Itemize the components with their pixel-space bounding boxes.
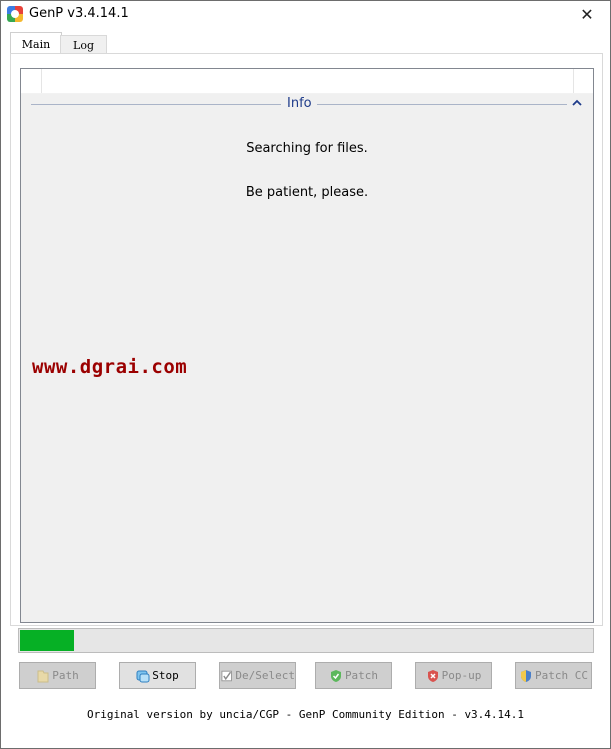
deselect-button-label: De/Select	[235, 669, 295, 682]
patch-cc-button[interactable]: Patch CC	[515, 662, 592, 689]
shield-check-icon	[330, 669, 341, 682]
patch-button[interactable]: Patch	[315, 662, 392, 689]
title-bar[interactable]: GenP v3.4.14.1 ✕	[1, 1, 610, 28]
path-button[interactable]: Path	[19, 662, 96, 689]
list-header	[21, 69, 593, 94]
progress-bar-fill	[20, 630, 74, 651]
patch-cc-button-label: Patch CC	[535, 669, 588, 682]
status-message: Be patient, please.	[245, 185, 369, 200]
group-divider-left	[31, 104, 281, 105]
stop-button-label: Stop	[152, 669, 179, 682]
chevron-up-icon[interactable]	[572, 98, 582, 108]
column-divider[interactable]	[41, 69, 42, 93]
patch-button-label: Patch	[344, 669, 379, 682]
popup-button-label: Pop-up	[441, 669, 482, 682]
group-divider-right	[317, 104, 567, 105]
close-icon: ✕	[580, 5, 594, 24]
shield-x-icon	[427, 669, 438, 682]
stop-icon	[136, 670, 150, 682]
window-title: GenP v3.4.14.1	[29, 6, 129, 21]
tab-log[interactable]: Log	[60, 35, 107, 54]
info-group-title: Info	[287, 96, 312, 111]
info-list-view[interactable]: Info Searching for files. Be patient, pl…	[20, 68, 594, 623]
checkbox-icon	[221, 670, 232, 681]
shield-icon	[521, 669, 531, 682]
status-message: Searching for files.	[246, 141, 368, 156]
close-button[interactable]: ✕	[564, 1, 610, 28]
folder-icon	[37, 670, 49, 682]
path-button-label: Path	[52, 669, 79, 682]
footer-credits: Original version by uncia/CGP - GenP Com…	[86, 708, 525, 721]
app-window: GenP v3.4.14.1 ✕ Main Log Info Searching…	[0, 0, 611, 749]
tab-main[interactable]: Main	[10, 32, 62, 55]
watermark-text: www.dgrai.com	[32, 356, 188, 378]
progress-bar	[18, 628, 594, 653]
main-tab-panel: Info Searching for files. Be patient, pl…	[10, 53, 603, 626]
column-divider[interactable]	[573, 69, 574, 93]
app-icon	[7, 6, 23, 22]
deselect-button[interactable]: De/Select	[219, 662, 296, 689]
popup-button[interactable]: Pop-up	[415, 662, 492, 689]
stop-button[interactable]: Stop	[119, 662, 196, 689]
